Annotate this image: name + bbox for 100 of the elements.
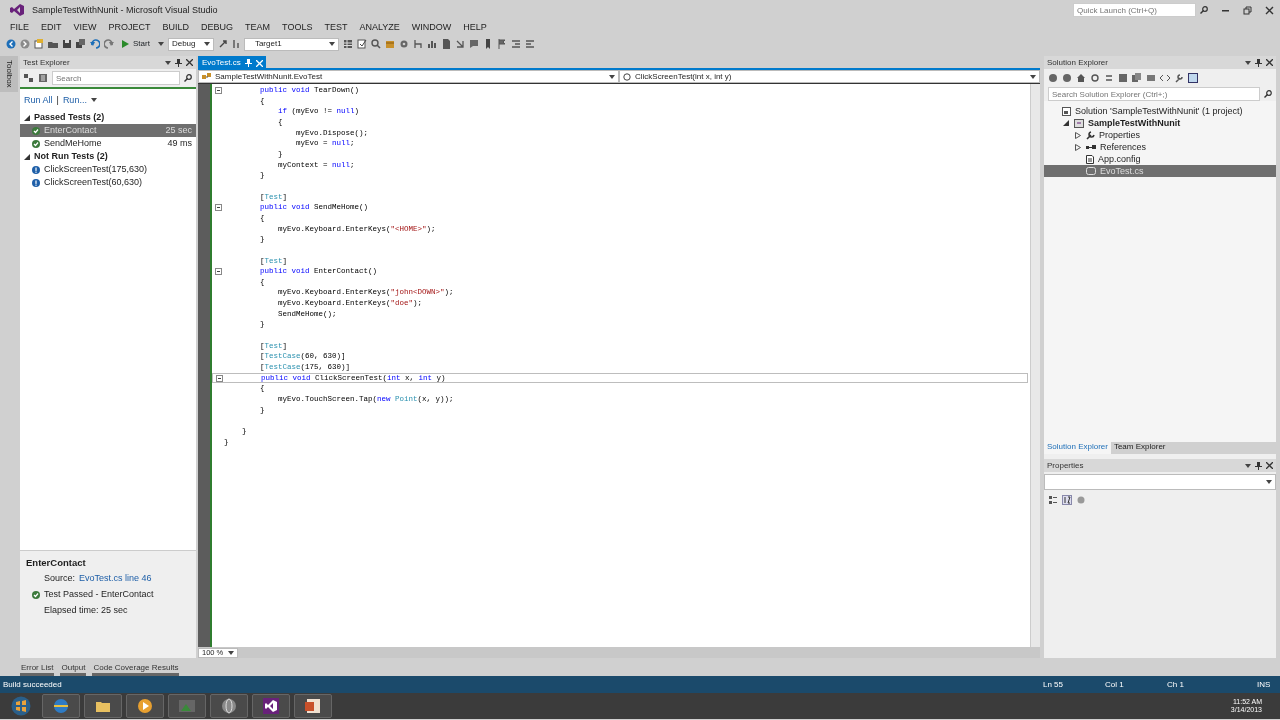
save-icon[interactable] bbox=[62, 39, 72, 49]
tree-item[interactable]: EvoTest.cs bbox=[1044, 165, 1276, 177]
menu-item[interactable]: HELP bbox=[457, 21, 493, 33]
tree-item[interactable]: Properties bbox=[1044, 129, 1276, 141]
editor-tab[interactable]: EvoTest.cs bbox=[198, 56, 266, 70]
collapsed-icon[interactable] bbox=[1075, 131, 1081, 139]
pin-icon[interactable] bbox=[175, 58, 182, 67]
menu-item[interactable]: DEBUG bbox=[195, 21, 240, 33]
undo-icon[interactable] bbox=[90, 39, 100, 49]
member-dropdown[interactable]: ClickScreenTest(int x, int y) bbox=[619, 70, 1040, 83]
sync-icon[interactable] bbox=[1090, 73, 1100, 83]
toolbox-tab[interactable]: Toolbox bbox=[0, 56, 18, 92]
collapse-icon[interactable] bbox=[215, 374, 223, 382]
menu-item[interactable]: ANALYZE bbox=[353, 21, 406, 33]
type-dropdown[interactable]: SampleTestWithNunit.EvoTest bbox=[198, 70, 619, 83]
close-icon[interactable] bbox=[1266, 59, 1273, 66]
test-row[interactable]: ClickScreenTest(175,630) bbox=[20, 163, 196, 176]
collapsed-icon[interactable] bbox=[1075, 143, 1081, 151]
magnifier-icon[interactable] bbox=[370, 39, 381, 49]
grid-icon[interactable] bbox=[342, 39, 353, 49]
menu-item[interactable]: TEST bbox=[318, 21, 354, 33]
test-group-header[interactable]: Not Run Tests (2) bbox=[20, 150, 196, 163]
taskbar-button[interactable] bbox=[252, 694, 290, 718]
menu-item[interactable]: FILE bbox=[4, 21, 35, 33]
close-icon[interactable] bbox=[1266, 462, 1273, 469]
tree-item[interactable]: References bbox=[1044, 141, 1276, 153]
copy-icon[interactable] bbox=[1132, 73, 1142, 83]
panel-tab[interactable]: Solution Explorer bbox=[1044, 442, 1111, 454]
test-row[interactable]: EnterContact 25 sec bbox=[20, 124, 196, 137]
search-field[interactable]: Search bbox=[52, 71, 180, 85]
item-label: App.config bbox=[1098, 153, 1141, 165]
filter-icon[interactable] bbox=[38, 73, 48, 83]
run-menu[interactable]: Run... bbox=[62, 94, 97, 106]
outdent-icon[interactable] bbox=[524, 39, 535, 49]
expanded-icon[interactable] bbox=[24, 114, 30, 121]
new-project-icon[interactable] bbox=[34, 39, 44, 49]
target-dropdown[interactable]: Target1 bbox=[243, 37, 339, 51]
source-link[interactable]: EvoTest.cs line 46 bbox=[79, 573, 152, 585]
test-row[interactable]: SendMeHome 49 ms bbox=[20, 137, 196, 150]
redo-icon[interactable] bbox=[104, 39, 114, 49]
menu-item[interactable]: TEAM bbox=[239, 21, 277, 33]
wrench-icon[interactable] bbox=[1174, 73, 1184, 83]
step-icon[interactable] bbox=[454, 39, 465, 49]
menu-item[interactable]: EDIT bbox=[35, 21, 68, 33]
collapse-icon[interactable] bbox=[214, 268, 222, 275]
search-field[interactable]: Search Solution Explorer (Ctrl+;) bbox=[1048, 87, 1260, 101]
attach-icon[interactable] bbox=[217, 39, 228, 49]
group-icon[interactable] bbox=[24, 73, 34, 83]
start-button[interactable]: Start bbox=[118, 38, 154, 50]
menu-item[interactable]: VIEW bbox=[67, 21, 103, 33]
categorized-icon[interactable] bbox=[1048, 495, 1058, 505]
quick-launch-field[interactable]: Quick Launch (Ctrl+Q) bbox=[1073, 3, 1196, 17]
panel-tab[interactable]: Team Explorer bbox=[1110, 442, 1169, 454]
pin-icon[interactable] bbox=[1255, 58, 1262, 67]
branch-icon[interactable] bbox=[412, 39, 423, 49]
restore-icon bbox=[1242, 5, 1252, 15]
taskbar-button[interactable] bbox=[84, 694, 122, 718]
collapse-all-icon[interactable] bbox=[1118, 73, 1128, 83]
expanded-icon[interactable] bbox=[1063, 120, 1069, 126]
comment-icon[interactable] bbox=[468, 39, 479, 49]
vertical-scrollbar[interactable] bbox=[1030, 84, 1040, 647]
document-icon[interactable] bbox=[440, 39, 451, 49]
home-icon[interactable] bbox=[1076, 73, 1086, 83]
configuration-dropdown[interactable]: Debug bbox=[167, 37, 214, 51]
gear-icon[interactable] bbox=[398, 39, 409, 49]
tree-item[interactable]: App.config bbox=[1044, 153, 1276, 165]
toolbar-grip-icon[interactable] bbox=[231, 39, 240, 49]
alphabetical-icon[interactable] bbox=[1062, 495, 1072, 505]
run-all-link[interactable]: Run All bbox=[24, 94, 53, 106]
pin-icon[interactable] bbox=[1255, 461, 1262, 470]
item-label: EvoTest.cs bbox=[1100, 165, 1144, 177]
menu-item[interactable]: TOOLS bbox=[276, 21, 319, 33]
save-all-icon[interactable] bbox=[76, 39, 86, 49]
menu-item[interactable]: WINDOW bbox=[405, 21, 458, 33]
test-row[interactable]: ClickScreenTest(60,630) bbox=[20, 176, 196, 189]
package-icon[interactable] bbox=[384, 39, 395, 49]
collapse-icon[interactable] bbox=[214, 204, 222, 212]
expanded-icon[interactable] bbox=[24, 153, 30, 160]
pin-icon[interactable] bbox=[244, 59, 252, 67]
tree-item[interactable]: Solution 'SampleTestWithNunit' (1 project) bbox=[1044, 105, 1276, 117]
elapsed-time: Elapsed time: 25 sec bbox=[44, 605, 129, 616]
menu-item[interactable]: BUILD bbox=[156, 21, 196, 33]
checklist-icon[interactable] bbox=[356, 39, 367, 49]
preview-icon[interactable] bbox=[1188, 73, 1198, 83]
flag-icon[interactable] bbox=[496, 39, 507, 49]
taskbar-button[interactable] bbox=[294, 694, 332, 718]
code-icon[interactable] bbox=[1160, 73, 1170, 83]
taskbar-button[interactable] bbox=[42, 694, 80, 718]
test-group-header[interactable]: Passed Tests (2) bbox=[20, 111, 196, 124]
panel-title: Solution Explorer bbox=[1047, 57, 1109, 68]
caret-icon bbox=[165, 60, 171, 65]
menu-item[interactable]: PROJECT bbox=[102, 21, 157, 33]
taskbar-button[interactable] bbox=[126, 694, 164, 718]
indent-icon[interactable] bbox=[510, 39, 521, 49]
collapse-icon[interactable] bbox=[214, 86, 222, 94]
chart-icon[interactable] bbox=[426, 39, 437, 49]
close-icon[interactable] bbox=[186, 59, 193, 66]
taskbar-button[interactable] bbox=[210, 694, 248, 718]
tree-item[interactable]: SampleTestWithNunit bbox=[1044, 117, 1276, 129]
open-folder-icon[interactable] bbox=[48, 39, 58, 49]
